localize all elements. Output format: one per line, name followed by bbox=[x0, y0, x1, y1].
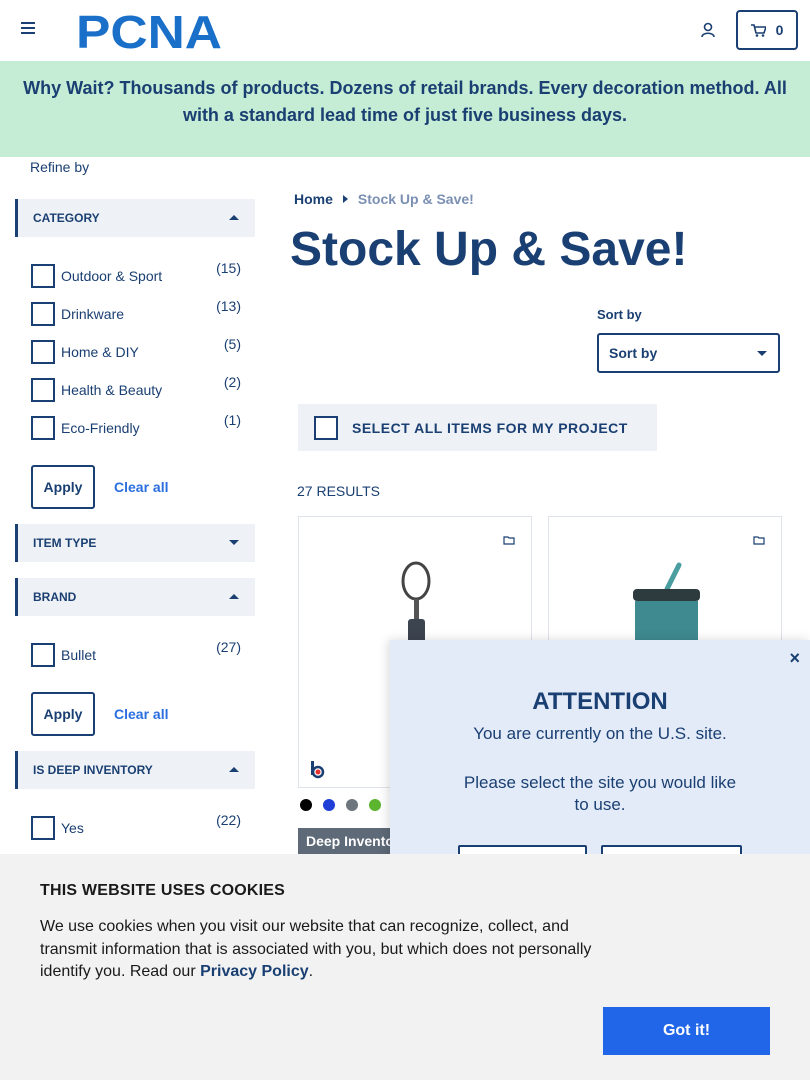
option-count: (15) bbox=[216, 260, 241, 276]
refine-by-label: Refine by bbox=[30, 159, 90, 175]
cookie-body: We use cookies when you visit our websit… bbox=[40, 918, 592, 980]
option-count: (1) bbox=[223, 412, 241, 428]
cart-button[interactable]: 0 bbox=[736, 10, 798, 50]
svg-text:PCNA: PCNA bbox=[76, 10, 222, 50]
caret-down-icon bbox=[229, 540, 239, 545]
color-swatch[interactable] bbox=[300, 799, 312, 811]
option-count: (13) bbox=[216, 298, 241, 314]
option-label: Drinkware bbox=[61, 306, 125, 322]
pcna-logo[interactable]: PCNA bbox=[76, 10, 224, 50]
facet-item-type-header[interactable]: ITEM TYPE bbox=[15, 524, 255, 562]
chevron-down-icon bbox=[757, 351, 767, 356]
apply-button[interactable]: Apply bbox=[31, 465, 95, 509]
checkbox[interactable] bbox=[31, 264, 55, 288]
product-image-tumbler bbox=[633, 562, 700, 641]
caret-up-icon bbox=[229, 767, 239, 772]
checkbox[interactable] bbox=[31, 416, 55, 440]
apply-button[interactable]: Apply bbox=[31, 692, 95, 736]
facet-option[interactable]: Home & DIY (5) bbox=[31, 336, 246, 364]
option-label: Health & Beauty bbox=[61, 382, 163, 398]
facet-option[interactable]: Drinkware (13) bbox=[31, 298, 246, 326]
sort-selected: Sort by bbox=[609, 345, 658, 361]
color-swatches bbox=[300, 799, 381, 811]
modal-instruction: Please select the site you would like to… bbox=[463, 773, 737, 814]
add-to-project-folder-icon[interactable] bbox=[753, 535, 765, 545]
results-count: 27 RESULTS bbox=[297, 483, 380, 499]
facet-option[interactable]: Bullet (27) bbox=[31, 639, 246, 667]
checkbox[interactable] bbox=[31, 378, 55, 402]
account-icon[interactable] bbox=[700, 22, 716, 38]
facet-title: ITEM TYPE bbox=[33, 536, 97, 550]
checkbox[interactable] bbox=[31, 816, 55, 840]
clear-all-link[interactable]: Clear all bbox=[114, 479, 168, 495]
option-label: Eco-Friendly bbox=[61, 420, 140, 436]
facet-title: CATEGORY bbox=[33, 211, 100, 225]
select-all-label: SELECT ALL ITEMS FOR MY PROJECT bbox=[352, 419, 628, 436]
checkbox[interactable] bbox=[31, 643, 55, 667]
facet-option[interactable]: Eco-Friendly (1) bbox=[31, 412, 246, 440]
bullet-brand-icon bbox=[311, 761, 325, 779]
facet-option[interactable]: Yes (22) bbox=[31, 812, 246, 840]
checkbox[interactable] bbox=[31, 302, 55, 326]
modal-message: You are currently on the U.S. site. bbox=[473, 724, 727, 743]
facet-title: BRAND bbox=[33, 590, 77, 604]
cookie-text: We use cookies when you visit our websit… bbox=[40, 916, 615, 984]
facet-option[interactable]: Health & Beauty (2) bbox=[31, 374, 246, 402]
facet-option[interactable]: Outdoor & Sport (15) bbox=[31, 260, 246, 288]
option-label: Yes bbox=[61, 820, 84, 836]
page-title: Stock Up & Save! bbox=[290, 223, 688, 276]
close-icon[interactable]: × bbox=[789, 648, 800, 669]
caret-up-icon bbox=[229, 594, 239, 599]
color-swatch[interactable] bbox=[369, 799, 381, 811]
option-label: Bullet bbox=[61, 647, 97, 663]
got-it-button[interactable]: Got it! bbox=[603, 1007, 770, 1055]
hamburger-menu-icon[interactable] bbox=[21, 22, 35, 36]
facet-brand-header[interactable]: BRAND bbox=[15, 578, 255, 616]
facet-category-header[interactable]: CATEGORY bbox=[15, 199, 255, 237]
option-label: Outdoor & Sport bbox=[61, 268, 163, 284]
breadcrumb-home[interactable]: Home bbox=[294, 191, 333, 207]
sort-select[interactable]: Sort by bbox=[597, 333, 780, 373]
facet-title: IS DEEP INVENTORY bbox=[33, 763, 153, 777]
product-image-lanyard bbox=[401, 561, 431, 649]
option-label: Home & DIY bbox=[61, 344, 139, 360]
sort-label: Sort by bbox=[597, 307, 642, 322]
cart-icon bbox=[750, 23, 766, 37]
color-swatch[interactable] bbox=[346, 799, 358, 811]
privacy-policy-link[interactable]: Privacy Policy bbox=[200, 963, 309, 980]
checkbox[interactable] bbox=[31, 340, 55, 364]
cookie-banner: THIS WEBSITE USES COOKIES We use cookies… bbox=[0, 854, 810, 1080]
add-to-project-folder-icon[interactable] bbox=[503, 535, 515, 545]
cart-count: 0 bbox=[775, 22, 784, 38]
facet-deep-inventory-header[interactable]: IS DEEP INVENTORY bbox=[15, 751, 255, 789]
option-count: (22) bbox=[216, 812, 241, 828]
color-swatch[interactable] bbox=[323, 799, 335, 811]
caret-up-icon bbox=[229, 215, 239, 220]
option-count: (2) bbox=[223, 374, 241, 390]
site-header: PCNA 0 bbox=[0, 0, 810, 61]
clear-all-link[interactable]: Clear all bbox=[114, 706, 168, 722]
deep-inventory-badge: Deep Inventory bbox=[298, 828, 398, 854]
breadcrumb-current: Stock Up & Save! bbox=[357, 191, 474, 207]
breadcrumb: Home Stock Up & Save! bbox=[294, 191, 474, 207]
cookie-period: . bbox=[308, 963, 314, 980]
option-count: (27) bbox=[216, 639, 241, 655]
select-all-items[interactable]: SELECT ALL ITEMS FOR MY PROJECT bbox=[298, 404, 657, 451]
promo-banner: Why Wait? Thousands of products. Dozens … bbox=[0, 61, 810, 157]
modal-title: ATTENTION bbox=[532, 688, 668, 715]
cookie-title: THIS WEBSITE USES COOKIES bbox=[40, 882, 286, 899]
breadcrumb-arrow-icon bbox=[342, 195, 348, 203]
select-all-checkbox[interactable] bbox=[314, 415, 338, 440]
option-count: (5) bbox=[223, 336, 241, 352]
